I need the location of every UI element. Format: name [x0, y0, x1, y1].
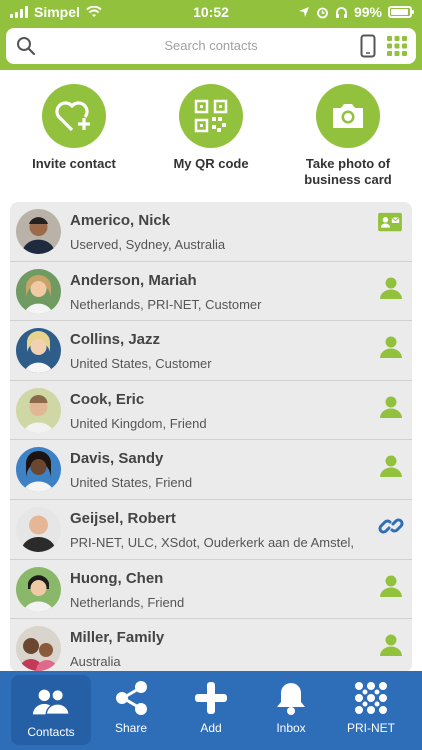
person-icon[interactable]	[378, 395, 404, 419]
link-icon[interactable]	[378, 514, 404, 538]
invite-contact-button[interactable]: Invite contact	[9, 84, 139, 172]
contact-row[interactable]: Geijsel, Robert PRI-NET, ULC, XSdot, Oud…	[10, 500, 412, 560]
person-icon[interactable]	[378, 633, 404, 657]
headphones-icon	[335, 6, 347, 18]
contact-name: Miller, Family	[70, 629, 165, 647]
contact-row[interactable]: Collins, Jazz United States, Customer	[10, 321, 412, 381]
contact-name: Anderson, Mariah	[70, 271, 197, 289]
take-photo-button[interactable]: Take photo of business card	[283, 84, 413, 188]
pri-net-icon	[351, 679, 391, 717]
bell-icon	[271, 679, 311, 717]
contact-detail: Netherlands, PRI-NET, Customer	[70, 296, 262, 312]
tab-contacts-label: Contacts	[27, 725, 75, 739]
contact-row[interactable]: Miller, Family Australia	[10, 619, 412, 672]
contact-name: Davis, Sandy	[70, 450, 164, 468]
contact-name: Americo, Nick	[70, 212, 171, 229]
contact-detail: United Kingdom, Friend	[70, 415, 207, 431]
my-qr-code-label: My QR code	[173, 156, 249, 171]
avatar	[16, 387, 61, 433]
dot-grid-icon[interactable]	[386, 35, 408, 57]
tab-inbox[interactable]: Inbox	[251, 671, 331, 750]
search-bar[interactable]: Search contacts	[6, 28, 416, 64]
tab-pri-net[interactable]: PRI-NET	[331, 671, 411, 750]
contact-list: Americo, Nick Userved, Sydney, Australia…	[10, 202, 412, 672]
contact-detail: United States, Customer	[70, 356, 212, 372]
contact-name: Geijsel, Robert	[70, 509, 176, 527]
contact-name: Collins, Jazz	[70, 331, 161, 349]
contact-detail: PRI-NET, ULC, XSdot, Ouderkerk aan de Am…	[70, 534, 354, 550]
qr-code-icon	[179, 84, 243, 148]
contact-detail: Australia	[70, 654, 121, 670]
contacts-icon	[31, 683, 71, 721]
contact-row[interactable]: Anderson, Mariah Netherlands, PRI-NET, C…	[10, 262, 412, 322]
contact-detail: United States, Friend	[70, 475, 193, 491]
tab-add[interactable]: Add	[171, 671, 251, 750]
person-icon[interactable]	[378, 454, 404, 478]
tab-pri-net-label: PRI-NET	[347, 721, 395, 735]
battery-percent: 99%	[353, 4, 382, 20]
phone-icon[interactable]	[360, 34, 376, 58]
battery-icon	[388, 6, 414, 18]
contact-detail: Netherlands, Friend	[70, 594, 185, 610]
invite-contact-label: Invite contact	[32, 156, 116, 171]
take-photo-label: Take photo of business card	[304, 156, 392, 187]
status-bar: Simpel 10:52 99%	[0, 0, 422, 24]
person-icon[interactable]	[378, 335, 404, 359]
person-icon[interactable]	[378, 276, 404, 300]
tab-contacts[interactable]: Contacts	[11, 675, 91, 745]
add-icon	[191, 679, 231, 717]
tab-add-label: Add	[200, 721, 222, 735]
contact-row[interactable]: Davis, Sandy United States, Friend	[10, 440, 412, 500]
tab-bar: Contacts Share Add Inbox PRI-NET	[0, 671, 422, 750]
contact-detail: Userved, Sydney, Australia	[70, 237, 226, 252]
avatar	[16, 447, 61, 493]
search-input[interactable]: Search contacts	[0, 38, 422, 53]
contact-name: Huong, Chen	[70, 569, 164, 587]
location-icon	[298, 7, 309, 17]
tab-inbox-label: Inbox	[276, 721, 306, 735]
top-header: Simpel 10:52 99% Search contacts	[0, 0, 422, 70]
contact-row[interactable]: Huong, Chen Netherlands, Friend	[10, 560, 412, 620]
contact-card-icon[interactable]	[376, 212, 404, 234]
contact-row[interactable]: Americo, Nick Userved, Sydney, Australia	[10, 202, 412, 262]
avatar	[16, 328, 61, 374]
alarm-icon	[317, 7, 328, 18]
person-icon[interactable]	[378, 574, 404, 598]
camera-icon	[316, 84, 380, 148]
share-icon	[111, 679, 151, 717]
avatar	[16, 268, 61, 314]
avatar	[16, 209, 61, 254]
avatar	[16, 626, 61, 672]
quick-actions: Invite contact My QR code Take photo of …	[0, 84, 422, 194]
tab-share-label: Share	[114, 721, 148, 735]
tab-share[interactable]: Share	[91, 671, 171, 750]
avatar	[16, 566, 61, 612]
contact-row[interactable]: Cook, Eric United Kingdom, Friend	[10, 381, 412, 441]
my-qr-code-button[interactable]: My QR code	[146, 84, 276, 172]
heart-plus-icon	[42, 84, 106, 148]
avatar	[16, 506, 61, 552]
contact-name: Cook, Eric	[70, 390, 145, 408]
